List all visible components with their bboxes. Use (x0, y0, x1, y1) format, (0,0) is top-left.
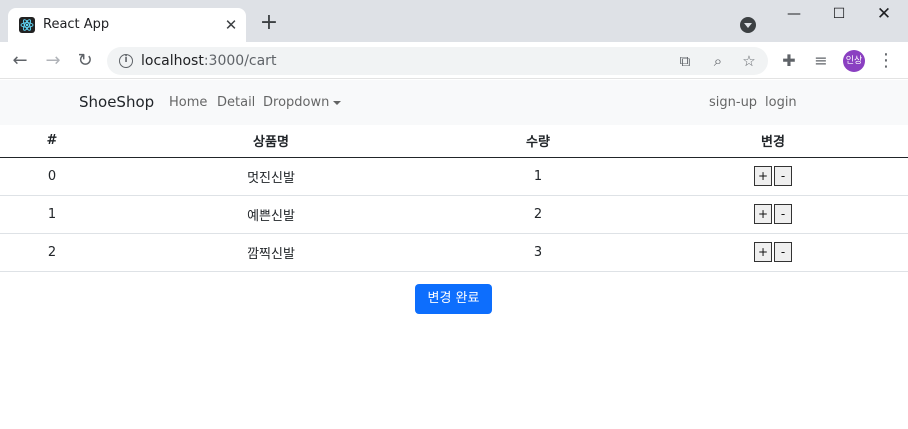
table-row: 1 예쁜신발 2 + - (0, 195, 908, 234)
header-number: # (0, 125, 104, 158)
decrease-button[interactable]: - (774, 204, 792, 224)
nav-home-link[interactable]: Home (169, 95, 207, 111)
dropdown-label: Dropdown (263, 95, 330, 110)
maximize-icon[interactable]: ☐ (827, 5, 851, 23)
row-number: 2 (0, 233, 104, 272)
product-name: 멋진신발 (104, 157, 438, 196)
react-logo-icon (19, 17, 35, 33)
product-name: 예쁜신발 (104, 195, 438, 234)
change-cell: + - (638, 157, 908, 196)
change-cell: + - (638, 195, 908, 234)
cart-table: # 상품명 수량 변경 0 멋진신발 1 + - 1 예쁜신발 2 + - 2 깜찍… (0, 125, 908, 272)
login-link[interactable]: login (765, 95, 797, 111)
header-product-name: 상품명 (104, 125, 438, 158)
increase-button[interactable]: + (754, 166, 772, 186)
tab-title: React App (43, 17, 110, 32)
new-tab-icon[interactable]: + (259, 12, 279, 34)
nav-detail-link[interactable]: Detail (217, 95, 255, 111)
navbar: ShoeShop Home Detail Dropdown sign-up lo… (0, 80, 908, 125)
caret-down-icon (333, 100, 342, 105)
save-changes-button[interactable]: 변경 완료 (415, 284, 492, 314)
page-content: ShoeShop Home Detail Dropdown sign-up lo… (0, 80, 908, 429)
extensions-icon[interactable]: ✚ (779, 51, 799, 71)
row-number: 0 (0, 157, 104, 196)
url-text[interactable]: localhost:3000/cart (141, 53, 276, 69)
increase-button[interactable]: + (754, 242, 772, 262)
bookmark-star-icon[interactable]: ☆ (740, 52, 758, 70)
change-cell: + - (638, 233, 908, 272)
table-row: 0 멋진신발 1 + - (0, 157, 908, 196)
product-quantity: 1 (438, 157, 638, 196)
tab-search-icon[interactable] (740, 17, 756, 33)
product-name: 깜찍신발 (104, 233, 438, 272)
zoom-icon[interactable]: ⌕ (709, 52, 727, 70)
signup-link[interactable]: sign-up (709, 95, 757, 111)
decrease-button[interactable]: - (774, 166, 792, 186)
close-tab-icon[interactable]: ✕ (222, 16, 240, 34)
url-host: localhost (141, 53, 204, 69)
address-bar[interactable]: i localhost:3000/cart ⧉ ⌕ ☆ (107, 47, 768, 75)
profile-avatar[interactable]: 인상 (843, 50, 865, 72)
increase-button[interactable]: + (754, 204, 772, 224)
translate-icon[interactable]: ⧉ (676, 52, 694, 70)
browser-tab[interactable]: React App ✕ (8, 8, 246, 42)
url-path: :3000/cart (203, 53, 277, 69)
table-header-row: # 상품명 수량 변경 (0, 125, 908, 158)
reading-list-icon[interactable]: ≡ (811, 51, 831, 71)
header-quantity: 수량 (438, 125, 638, 158)
table-row: 2 깜찍신발 3 + - (0, 233, 908, 272)
decrease-button[interactable]: - (774, 242, 792, 262)
minimize-icon[interactable]: — (782, 5, 806, 23)
nav-dropdown[interactable]: Dropdown (263, 95, 342, 111)
site-info-icon[interactable]: i (119, 54, 133, 68)
forward-icon[interactable]: → (42, 50, 64, 72)
browser-toolbar: ← → ↻ i localhost:3000/cart ⧉ ⌕ ☆ ✚ ≡ 인상… (0, 42, 908, 79)
brand-link[interactable]: ShoeShop (79, 93, 154, 111)
back-icon[interactable]: ← (9, 50, 31, 72)
product-quantity: 2 (438, 195, 638, 234)
product-quantity: 3 (438, 233, 638, 272)
menu-dots-icon[interactable]: ⋮ (876, 51, 896, 71)
browser-tab-strip: React App ✕ + — ☐ ✕ (0, 0, 908, 42)
row-number: 1 (0, 195, 104, 234)
header-change: 변경 (638, 125, 908, 158)
window-close-icon[interactable]: ✕ (872, 5, 896, 23)
reload-icon[interactable]: ↻ (74, 50, 96, 72)
